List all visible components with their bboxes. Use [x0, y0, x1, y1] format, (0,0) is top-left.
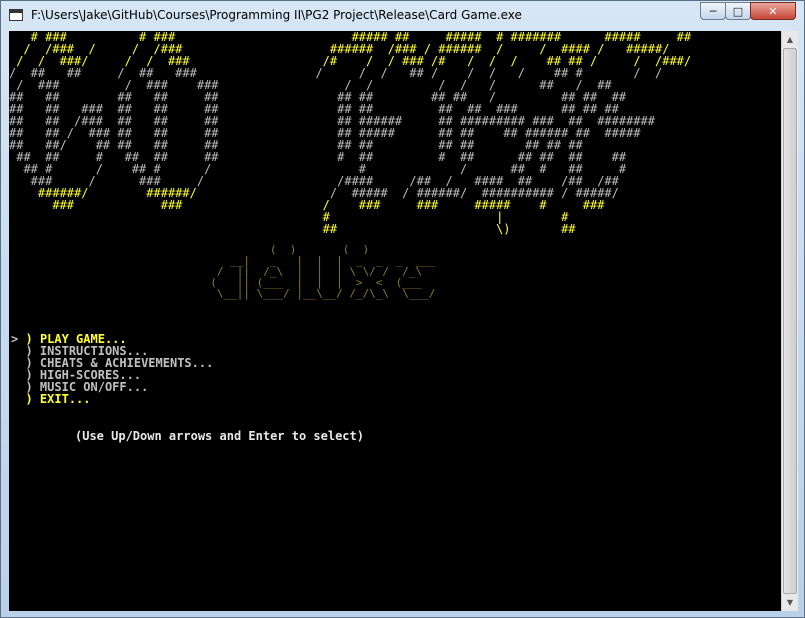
menu-item-exit[interactable]: ) EXIT... — [11, 393, 213, 405]
main-menu: > ) PLAY GAME... ) INSTRUCTIONS... ) CHE… — [11, 333, 213, 405]
maximize-icon: □ — [732, 4, 744, 18]
menu-bullet: ) — [25, 392, 33, 406]
console-window: F:\Users\Jake\GitHub\Courses\Programming… — [0, 0, 805, 618]
maximize-button[interactable]: □ — [725, 2, 751, 20]
scroll-down-button[interactable]: ▼ — [782, 594, 798, 611]
go-ascii-art: # ### # ### / /### / / /### / / ###/ / /… — [9, 31, 219, 212]
close-button[interactable]: ✕ — [750, 2, 796, 20]
fish-ascii-art: ##### ## ##### # ####### ##### ## ######… — [301, 31, 692, 236]
chevron-up-icon: ▲ — [786, 35, 794, 44]
console-app-icon — [9, 9, 23, 21]
menu-item-label: EXIT... — [39, 392, 91, 406]
deluxe-ascii-art: ( ) ( ) __| _ | | | _ _ _ ___ / || /_\ |… — [210, 243, 436, 300]
chevron-down-icon: ▼ — [786, 598, 794, 607]
vertical-scrollbar[interactable]: ▲ ▼ — [781, 31, 798, 611]
minimize-button[interactable]: ─ — [700, 2, 726, 20]
navigation-hint: (Use Up/Down arrows and Enter to select) — [75, 429, 364, 443]
minimize-icon: ─ — [709, 4, 717, 18]
close-icon: ✕ — [768, 4, 778, 18]
console-output[interactable]: # ### # ### / /### / / /### / / ###/ / /… — [9, 31, 781, 611]
window-title: F:\Users\Jake\GitHub\Courses\Programming… — [31, 8, 522, 22]
title-bar[interactable]: F:\Users\Jake\GitHub\Courses\Programming… — [1, 1, 804, 31]
scroll-thumb[interactable] — [783, 48, 797, 594]
scroll-up-button[interactable]: ▲ — [782, 31, 798, 48]
